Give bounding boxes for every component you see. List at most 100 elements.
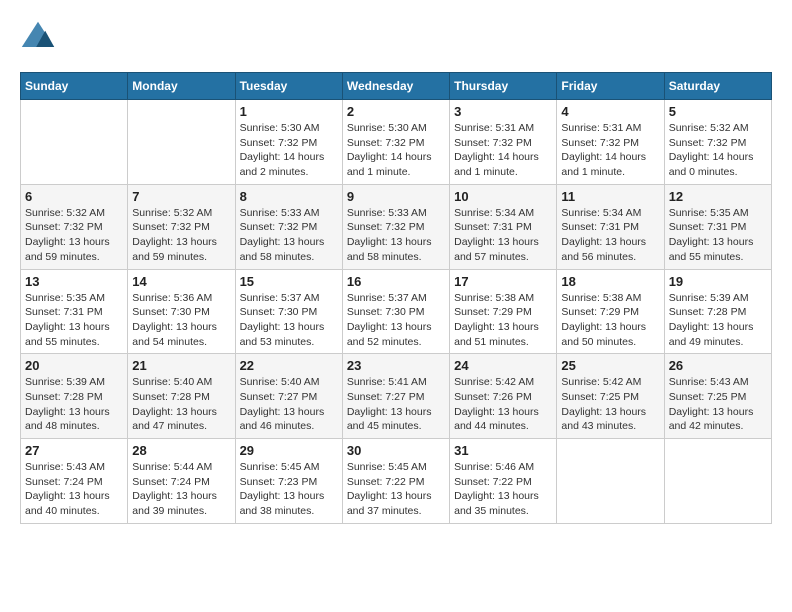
day-info: Sunrise: 5:34 AM Sunset: 7:31 PM Dayligh…: [561, 206, 659, 265]
day-info: Sunrise: 5:32 AM Sunset: 7:32 PM Dayligh…: [132, 206, 230, 265]
weekday-header: Thursday: [450, 73, 557, 100]
day-number: 15: [240, 274, 338, 289]
day-number: 18: [561, 274, 659, 289]
day-info: Sunrise: 5:32 AM Sunset: 7:32 PM Dayligh…: [669, 121, 767, 180]
day-info: Sunrise: 5:43 AM Sunset: 7:24 PM Dayligh…: [25, 460, 123, 519]
calendar-cell: 22 Sunrise: 5:40 AM Sunset: 7:27 PM Dayli…: [235, 354, 342, 439]
weekday-header: Friday: [557, 73, 664, 100]
calendar-cell: 12 Sunrise: 5:35 AM Sunset: 7:31 PM Dayli…: [664, 184, 771, 269]
day-number: 14: [132, 274, 230, 289]
day-number: 27: [25, 443, 123, 458]
calendar-cell: [557, 439, 664, 524]
day-number: 5: [669, 104, 767, 119]
calendar-cell: 3 Sunrise: 5:31 AM Sunset: 7:32 PM Daylig…: [450, 100, 557, 185]
weekday-header: Sunday: [21, 73, 128, 100]
calendar-cell: 10 Sunrise: 5:34 AM Sunset: 7:31 PM Dayli…: [450, 184, 557, 269]
weekday-header: Tuesday: [235, 73, 342, 100]
day-number: 11: [561, 189, 659, 204]
calendar-cell: 17Sunrise: 5:38 AM Sunset: 7:29 PM Dayli…: [450, 269, 557, 354]
day-number: 20: [25, 358, 123, 373]
day-number: 12: [669, 189, 767, 204]
calendar-cell: 26 Sunrise: 5:43 AM Sunset: 7:25 PM Dayli…: [664, 354, 771, 439]
calendar-cell: 30Sunrise: 5:45 AM Sunset: 7:22 PM Dayli…: [342, 439, 449, 524]
calendar-cell: 16 Sunrise: 5:37 AM Sunset: 7:30 PM Dayli…: [342, 269, 449, 354]
day-number: 17: [454, 274, 552, 289]
day-number: 25: [561, 358, 659, 373]
day-number: 7: [132, 189, 230, 204]
day-info: Sunrise: 5:32 AM Sunset: 7:32 PM Dayligh…: [25, 206, 123, 265]
day-number: 16: [347, 274, 445, 289]
day-number: 8: [240, 189, 338, 204]
day-number: 31: [454, 443, 552, 458]
calendar-cell: 15Sunrise: 5:37 AM Sunset: 7:30 PM Dayli…: [235, 269, 342, 354]
day-info: Sunrise: 5:46 AM Sunset: 7:22 PM Dayligh…: [454, 460, 552, 519]
page-header: [20, 20, 772, 56]
day-number: 26: [669, 358, 767, 373]
calendar-cell: 31 Sunrise: 5:46 AM Sunset: 7:22 PM Dayli…: [450, 439, 557, 524]
day-info: Sunrise: 5:30 AM Sunset: 7:32 PM Dayligh…: [240, 121, 338, 180]
calendar-cell: 1 Sunrise: 5:30 AM Sunset: 7:32 PM Daylig…: [235, 100, 342, 185]
calendar-cell: 21 Sunrise: 5:40 AM Sunset: 7:28 PM Dayli…: [128, 354, 235, 439]
weekday-header: Saturday: [664, 73, 771, 100]
day-info: Sunrise: 5:30 AM Sunset: 7:32 PM Dayligh…: [347, 121, 445, 180]
day-number: 4: [561, 104, 659, 119]
day-number: 29: [240, 443, 338, 458]
day-number: 22: [240, 358, 338, 373]
day-info: Sunrise: 5:45 AM Sunset: 7:23 PM Dayligh…: [240, 460, 338, 519]
day-info: Sunrise: 5:31 AM Sunset: 7:32 PM Dayligh…: [454, 121, 552, 180]
day-info: Sunrise: 5:41 AM Sunset: 7:27 PM Dayligh…: [347, 375, 445, 434]
calendar-week-row: 27 Sunrise: 5:43 AM Sunset: 7:24 PM Dayli…: [21, 439, 772, 524]
calendar-cell: 6 Sunrise: 5:32 AM Sunset: 7:32 PM Daylig…: [21, 184, 128, 269]
calendar-cell: 14Sunrise: 5:36 AM Sunset: 7:30 PM Dayli…: [128, 269, 235, 354]
calendar-cell: 20 Sunrise: 5:39 AM Sunset: 7:28 PM Dayli…: [21, 354, 128, 439]
day-number: 19: [669, 274, 767, 289]
day-number: 10: [454, 189, 552, 204]
calendar-cell: 5 Sunrise: 5:32 AM Sunset: 7:32 PM Daylig…: [664, 100, 771, 185]
day-info: Sunrise: 5:42 AM Sunset: 7:25 PM Dayligh…: [561, 375, 659, 434]
day-number: 21: [132, 358, 230, 373]
calendar-cell: [664, 439, 771, 524]
calendar-cell: 2 Sunrise: 5:30 AM Sunset: 7:32 PM Daylig…: [342, 100, 449, 185]
calendar-week-row: 20 Sunrise: 5:39 AM Sunset: 7:28 PM Dayli…: [21, 354, 772, 439]
day-number: 3: [454, 104, 552, 119]
day-info: Sunrise: 5:40 AM Sunset: 7:27 PM Dayligh…: [240, 375, 338, 434]
weekday-header-row: SundayMondayTuesdayWednesdayThursdayFrid…: [21, 73, 772, 100]
calendar-cell: 9Sunrise: 5:33 AM Sunset: 7:32 PM Daylig…: [342, 184, 449, 269]
day-number: 1: [240, 104, 338, 119]
day-info: Sunrise: 5:44 AM Sunset: 7:24 PM Dayligh…: [132, 460, 230, 519]
day-info: Sunrise: 5:39 AM Sunset: 7:28 PM Dayligh…: [25, 375, 123, 434]
day-number: 6: [25, 189, 123, 204]
day-info: Sunrise: 5:42 AM Sunset: 7:26 PM Dayligh…: [454, 375, 552, 434]
calendar-cell: 8 Sunrise: 5:33 AM Sunset: 7:32 PM Daylig…: [235, 184, 342, 269]
day-info: Sunrise: 5:33 AM Sunset: 7:32 PM Dayligh…: [240, 206, 338, 265]
day-info: Sunrise: 5:38 AM Sunset: 7:29 PM Dayligh…: [561, 291, 659, 350]
calendar-week-row: 13 Sunrise: 5:35 AM Sunset: 7:31 PM Dayli…: [21, 269, 772, 354]
day-info: Sunrise: 5:43 AM Sunset: 7:25 PM Dayligh…: [669, 375, 767, 434]
day-info: Sunrise: 5:40 AM Sunset: 7:28 PM Dayligh…: [132, 375, 230, 434]
day-info: Sunrise: 5:33 AM Sunset: 7:32 PM Dayligh…: [347, 206, 445, 265]
calendar-cell: 29 Sunrise: 5:45 AM Sunset: 7:23 PM Dayli…: [235, 439, 342, 524]
calendar-week-row: 6 Sunrise: 5:32 AM Sunset: 7:32 PM Daylig…: [21, 184, 772, 269]
day-info: Sunrise: 5:34 AM Sunset: 7:31 PM Dayligh…: [454, 206, 552, 265]
day-number: 30: [347, 443, 445, 458]
calendar: SundayMondayTuesdayWednesdayThursdayFrid…: [20, 72, 772, 524]
day-number: 13: [25, 274, 123, 289]
day-number: 24: [454, 358, 552, 373]
day-info: Sunrise: 5:31 AM Sunset: 7:32 PM Dayligh…: [561, 121, 659, 180]
calendar-cell: 13 Sunrise: 5:35 AM Sunset: 7:31 PM Dayli…: [21, 269, 128, 354]
calendar-cell: 4 Sunrise: 5:31 AM Sunset: 7:32 PM Daylig…: [557, 100, 664, 185]
day-info: Sunrise: 5:35 AM Sunset: 7:31 PM Dayligh…: [669, 206, 767, 265]
calendar-cell: 24 Sunrise: 5:42 AM Sunset: 7:26 PM Dayli…: [450, 354, 557, 439]
weekday-header: Monday: [128, 73, 235, 100]
day-number: 23: [347, 358, 445, 373]
calendar-cell: 7 Sunrise: 5:32 AM Sunset: 7:32 PM Daylig…: [128, 184, 235, 269]
weekday-header: Wednesday: [342, 73, 449, 100]
calendar-cell: 18 Sunrise: 5:38 AM Sunset: 7:29 PM Dayli…: [557, 269, 664, 354]
day-info: Sunrise: 5:37 AM Sunset: 7:30 PM Dayligh…: [347, 291, 445, 350]
day-number: 28: [132, 443, 230, 458]
day-info: Sunrise: 5:35 AM Sunset: 7:31 PM Dayligh…: [25, 291, 123, 350]
calendar-cell: 25 Sunrise: 5:42 AM Sunset: 7:25 PM Dayli…: [557, 354, 664, 439]
logo: [20, 20, 62, 56]
day-number: 2: [347, 104, 445, 119]
calendar-cell: 19Sunrise: 5:39 AM Sunset: 7:28 PM Dayli…: [664, 269, 771, 354]
